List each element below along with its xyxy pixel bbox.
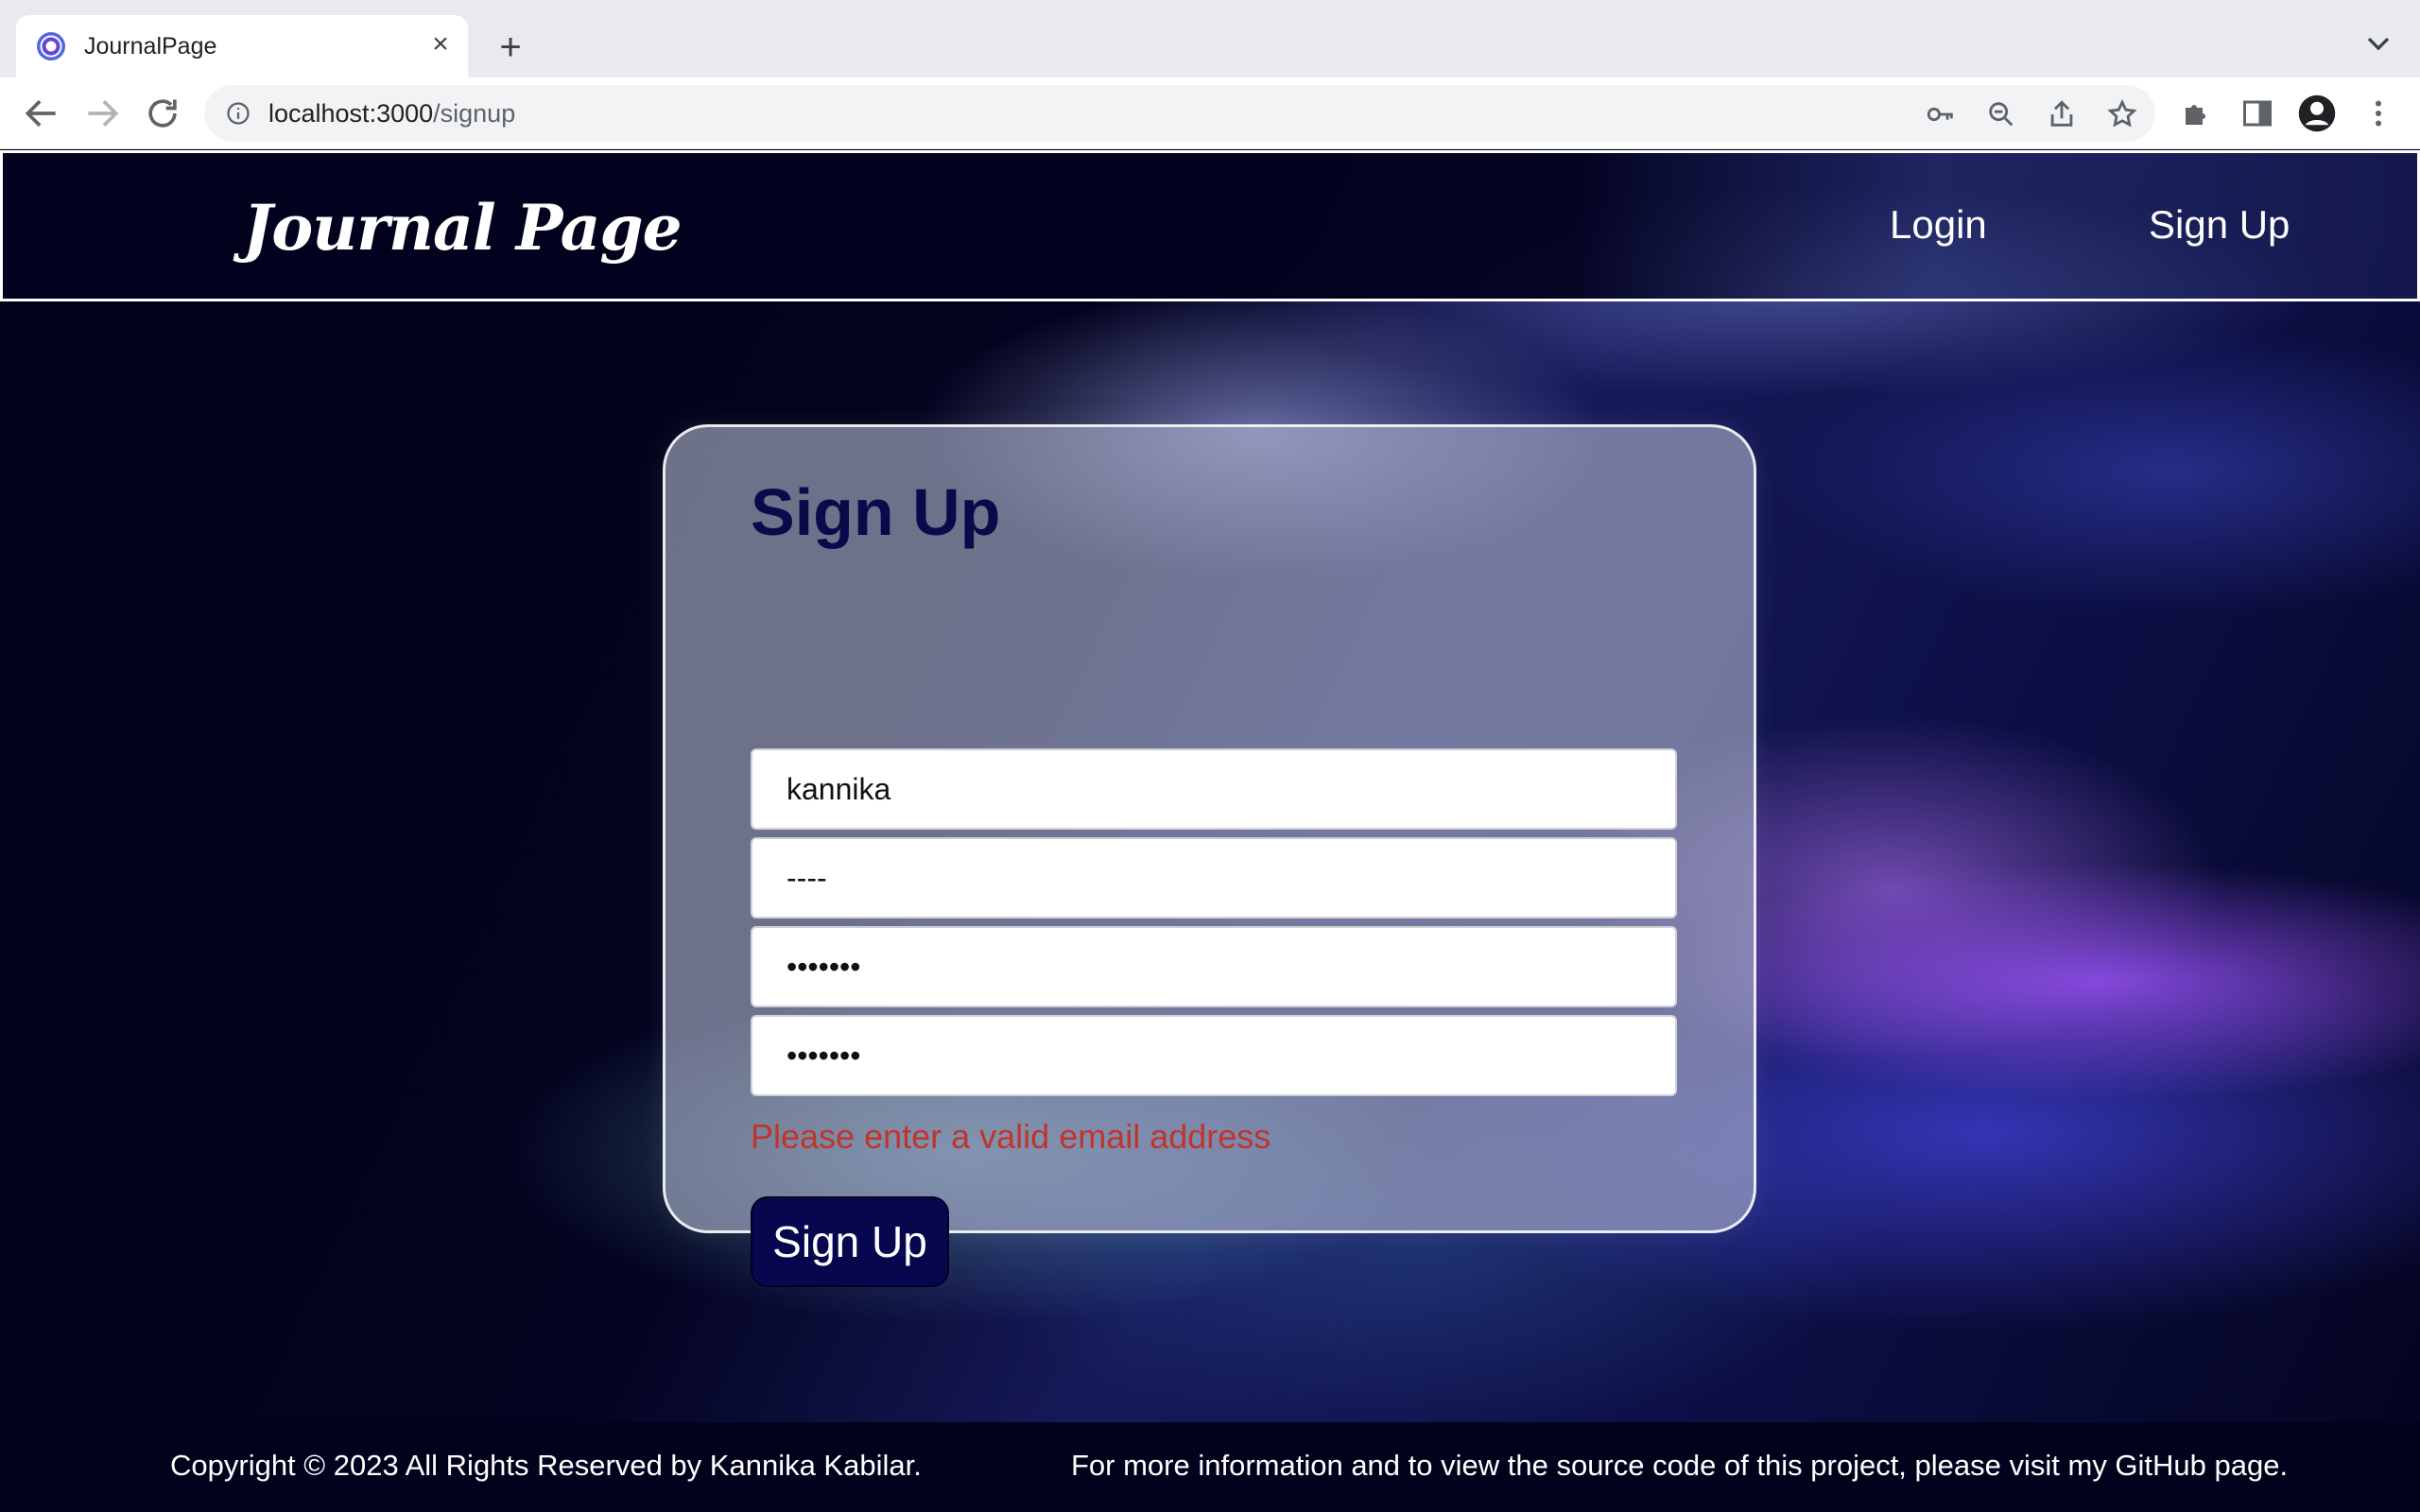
confirm-password-field[interactable]	[751, 1015, 1677, 1096]
username-field[interactable]	[751, 748, 1677, 830]
address-bar[interactable]: localhost:3000/signup	[204, 85, 2155, 142]
zoom-out-icon[interactable]	[1985, 98, 2017, 130]
sidebar-icon[interactable]	[2240, 96, 2274, 130]
nav-link-login[interactable]: Login	[1890, 202, 1987, 248]
key-icon[interactable]	[1925, 98, 1957, 130]
browser-toolbar: localhost:3000/signup	[0, 77, 2420, 149]
nav-link-signup[interactable]: Sign Up	[2149, 202, 2290, 248]
error-message: Please enter a valid email address	[751, 1117, 1271, 1156]
url-host: localhost:3000	[268, 99, 434, 128]
info-icon[interactable]	[225, 100, 251, 127]
footer-copyright: Copyright © 2023 All Rights Reserved by …	[170, 1449, 922, 1482]
close-icon[interactable]: ×	[424, 28, 457, 60]
puzzle-icon[interactable]	[2180, 96, 2214, 130]
kebab-menu-icon[interactable]	[2361, 96, 2395, 130]
plus-icon[interactable]: +	[490, 26, 531, 68]
forward-arrow-icon[interactable]	[81, 93, 123, 134]
url-path: /signup	[433, 99, 516, 128]
footer-github-link[interactable]: For more information and to view the sou…	[1071, 1449, 2288, 1483]
email-field[interactable]	[751, 837, 1677, 919]
site-logo[interactable]: Journal Page	[243, 191, 683, 265]
url-text[interactable]: localhost:3000/signup	[268, 98, 515, 129]
site-footer: Copyright © 2023 All Rights Reserved by …	[0, 1422, 2420, 1512]
password-field[interactable]	[751, 926, 1677, 1007]
chevron-down-icon[interactable]	[2360, 25, 2397, 62]
back-arrow-icon[interactable]	[21, 93, 62, 134]
share-icon[interactable]	[2046, 98, 2078, 130]
site-navbar: Journal Page Login Sign Up	[0, 150, 2420, 301]
browser-tab[interactable]: JournalPage ×	[16, 15, 468, 77]
star-icon[interactable]	[2106, 98, 2138, 130]
browser-tabstrip: JournalPage × +	[0, 0, 2420, 77]
signup-card: Sign Up Please enter a valid email addre…	[663, 424, 1756, 1287]
form-title: Sign Up	[751, 475, 1001, 549]
reload-icon[interactable]	[142, 93, 183, 134]
signup-submit-button[interactable]: Sign Up	[751, 1196, 949, 1287]
page-background: Journal Page Login Sign Up Sign Up Pleas…	[0, 150, 2420, 1512]
profile-icon[interactable]	[2297, 94, 2337, 133]
tab-title: JournalPage	[84, 33, 217, 60]
favicon-icon	[37, 32, 65, 60]
